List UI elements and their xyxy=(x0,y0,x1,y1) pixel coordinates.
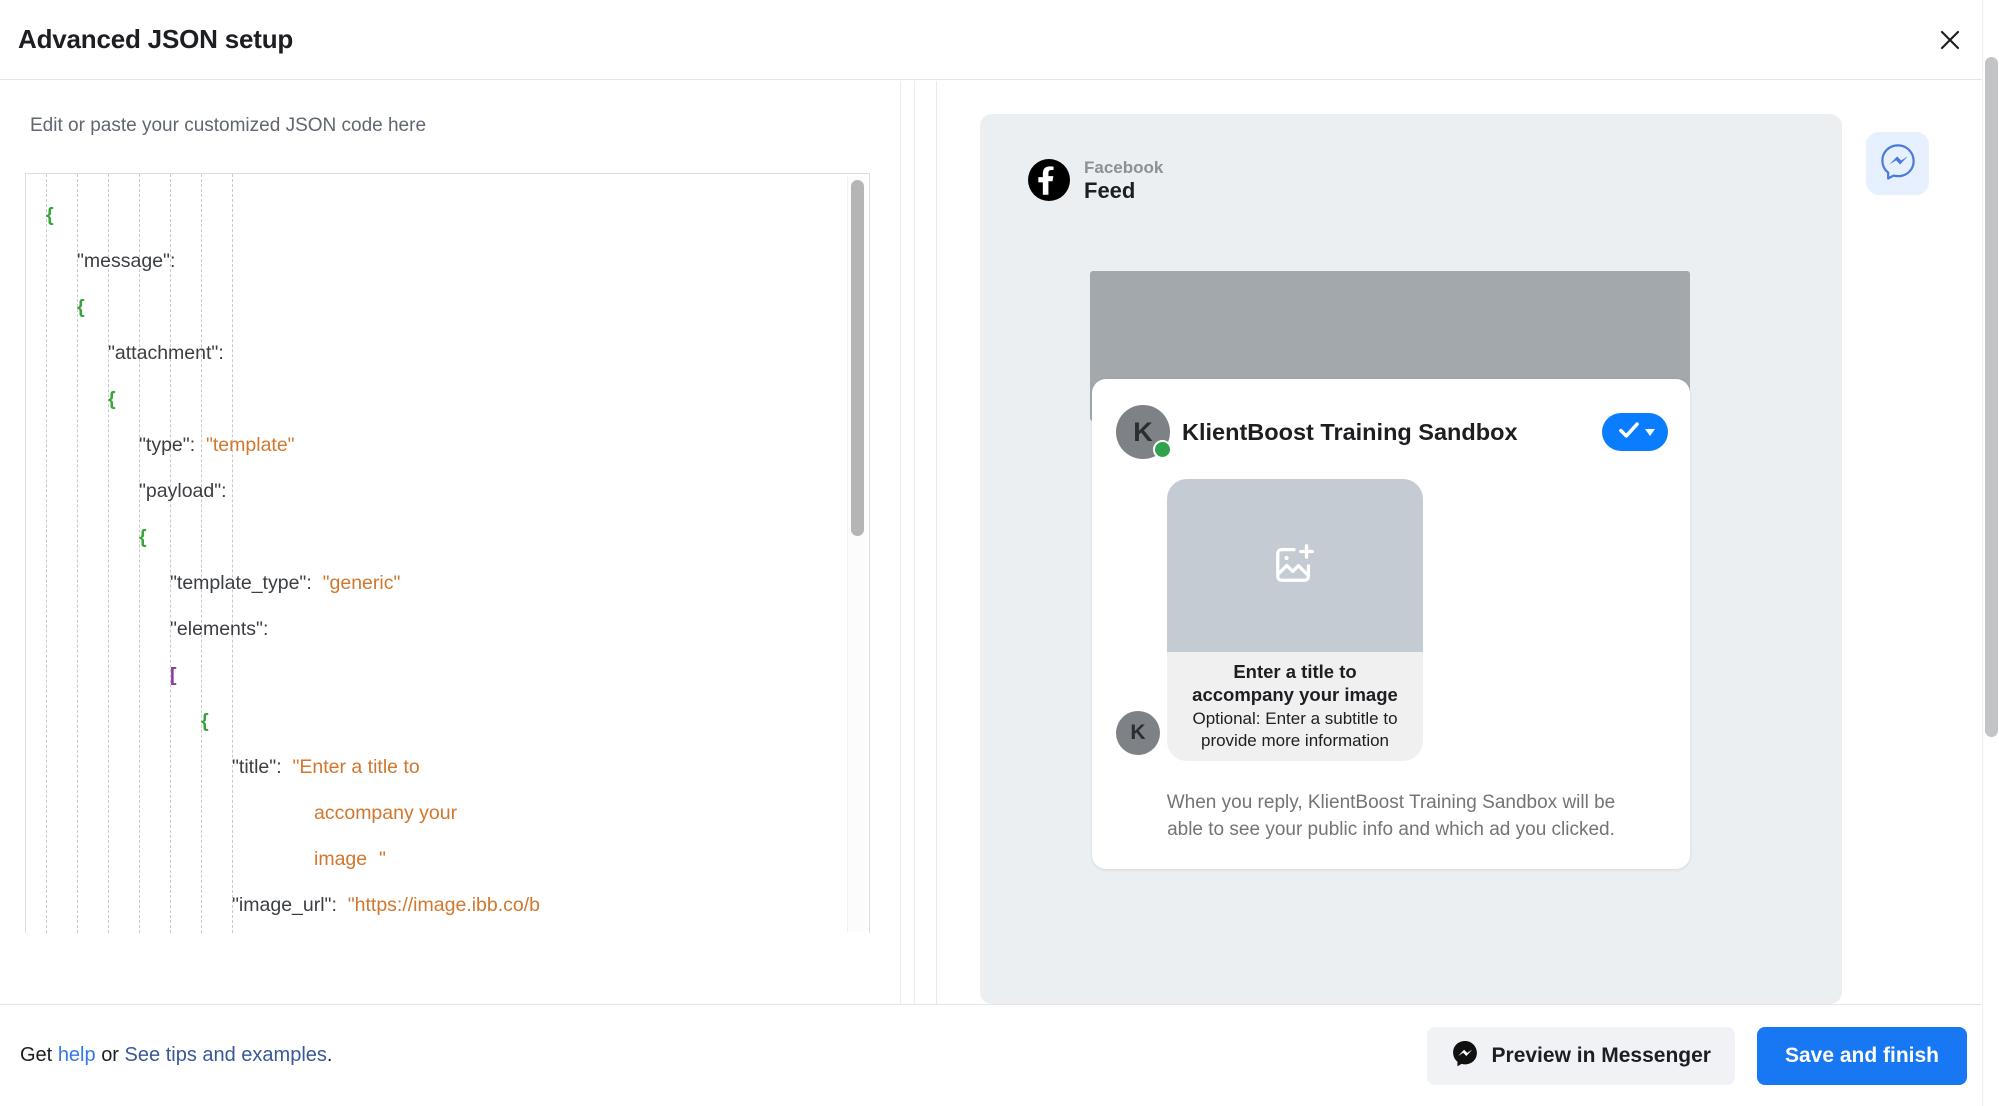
page-title: Advanced JSON setup xyxy=(18,24,294,54)
bubble-title: Enter a title to accompany your image xyxy=(1192,661,1398,706)
bubble-subtitle: Optional: Enter a subtitle to provide mo… xyxy=(1192,709,1398,750)
pane-divider-strip-1 xyxy=(900,81,901,1004)
code-line[interactable]: z5t6Q/placeholder.pn xyxy=(26,928,846,933)
code-line[interactable]: "image_url": "https://image.ibb.co/b xyxy=(26,882,846,928)
code-line[interactable]: "template_type": "generic" xyxy=(26,560,846,606)
placement-brand: Facebook Feed xyxy=(1028,158,1163,203)
preview-button-label: Preview in Messenger xyxy=(1491,1043,1711,1067)
messenger-icon xyxy=(1451,1039,1479,1073)
bubble-image-area xyxy=(1167,479,1423,652)
advanced-json-setup-dialog: Advanced JSON setup Edit or paste your c… xyxy=(0,0,1999,1106)
code-token-key: "type": xyxy=(139,434,196,456)
code-token-brace: { xyxy=(77,296,85,318)
message-bubble-row: K Enter a title to accompany your image … xyxy=(1092,479,1690,761)
code-line[interactable]: { xyxy=(26,514,846,560)
generic-template-bubble[interactable]: Enter a title to accompany your image Op… xyxy=(1167,479,1423,761)
code-token-key: "elements": xyxy=(170,618,269,640)
dialog-footer: Get help or See tips and examples. Previ… xyxy=(0,1004,1999,1106)
verified-menu-button[interactable] xyxy=(1602,413,1668,451)
messenger-preview-pane: Facebook Feed K KlientBoost Training San… xyxy=(937,81,1999,1004)
conversation-card: K KlientBoost Training Sandbox K Enter a… xyxy=(1092,379,1690,870)
code-token-key: "template_type": xyxy=(170,572,312,594)
page-scrollbar[interactable] xyxy=(1982,0,1999,1106)
code-token-str: "Enter a title to xyxy=(281,756,420,778)
brand-platform-label: Facebook xyxy=(1084,158,1164,177)
code-token-str: "https://image.ibb.co/b xyxy=(336,894,541,916)
code-line[interactable]: { xyxy=(26,284,846,330)
editor-scrollbar[interactable] xyxy=(847,176,865,932)
page-name-label: KlientBoost Training Sandbox xyxy=(1182,418,1518,445)
save-button-label: Save and finish xyxy=(1784,1043,1939,1067)
online-status-dot xyxy=(1153,440,1172,459)
code-line[interactable]: "type": "template" xyxy=(26,422,846,468)
help-middle-label: or xyxy=(101,1044,119,1066)
code-token-brace: { xyxy=(201,710,209,732)
code-token-key: "message": xyxy=(77,250,176,272)
editor-scrollbar-thumb[interactable] xyxy=(851,180,864,536)
code-line[interactable]: "attachment": xyxy=(26,330,846,376)
page-scrollbar-thumb[interactable] xyxy=(1985,57,1998,737)
footer-help-text: Get help or See tips and examples. xyxy=(20,1044,332,1067)
close-icon xyxy=(1938,28,1962,52)
code-token-key: "attachment": xyxy=(108,342,224,364)
code-token-brace: { xyxy=(46,204,54,226)
check-icon xyxy=(1616,417,1642,448)
code-line[interactable]: "payload": xyxy=(26,468,846,514)
messenger-preview-fab[interactable] xyxy=(1866,132,1929,195)
brand-placement-label: Feed xyxy=(1084,177,1136,203)
code-line[interactable]: accompany your xyxy=(26,790,846,836)
help-suffix-label: . xyxy=(326,1044,333,1066)
code-token-closing-quote: " xyxy=(379,848,386,870)
messenger-icon xyxy=(1879,142,1917,185)
code-token-key: "title": xyxy=(232,756,282,778)
code-token-brack: [ xyxy=(170,664,177,686)
preview-canvas: Facebook Feed K KlientBoost Training San… xyxy=(980,114,1842,1004)
preview-in-messenger-button[interactable]: Preview in Messenger xyxy=(1426,1026,1735,1085)
code-token-str: image xyxy=(314,848,368,870)
json-editor-pane: Edit or paste your customized JSON code … xyxy=(0,81,937,1004)
code-token-key: "image_url": xyxy=(232,894,337,916)
code-token-str: "generic" xyxy=(311,572,401,594)
bubble-avatar: K xyxy=(1116,710,1160,755)
code-line[interactable]: { xyxy=(26,192,846,238)
code-line[interactable]: [ xyxy=(26,652,846,698)
facebook-logo-icon xyxy=(1028,159,1070,202)
code-token-str: "template" xyxy=(195,434,295,456)
get-help-link[interactable]: help xyxy=(58,1044,96,1066)
json-editor-frame[interactable]: { "message": { "attachment": { "type": "templ… xyxy=(25,173,870,933)
dialog-body: Edit or paste your customized JSON code … xyxy=(0,81,1999,1004)
dialog-header: Advanced JSON setup xyxy=(0,0,1999,80)
avatar-initial: K xyxy=(1133,416,1153,447)
code-token-brace: { xyxy=(108,388,116,410)
avatar: K xyxy=(1116,405,1172,459)
chevron-down-icon xyxy=(1644,428,1655,436)
code-line[interactable]: "elements": xyxy=(26,606,846,652)
close-button[interactable] xyxy=(1929,19,1971,61)
code-line[interactable]: "title": "Enter a title to xyxy=(26,744,846,790)
code-token-key: "payload": xyxy=(139,480,227,502)
footer-actions: Preview in Messenger Save and finish xyxy=(1426,1026,1967,1085)
code-token-brace: { xyxy=(139,526,147,548)
see-tips-link[interactable]: See tips and examples xyxy=(125,1044,327,1066)
privacy-disclaimer: When you reply, KlientBoost Training San… xyxy=(1166,791,1616,840)
code-line[interactable]: { xyxy=(26,698,846,744)
code-line[interactable]: "message": xyxy=(26,238,846,284)
image-placeholder-icon xyxy=(1272,540,1318,591)
code-line[interactable]: image " xyxy=(26,836,846,882)
bubble-avatar-initial: K xyxy=(1130,720,1146,744)
editor-instruction-label: Edit or paste your customized JSON code … xyxy=(30,115,427,136)
save-and-finish-button[interactable]: Save and finish xyxy=(1756,1026,1967,1085)
code-token-str: accompany your xyxy=(314,802,458,824)
conversation-header: K KlientBoost Training Sandbox xyxy=(1092,401,1690,463)
code-line[interactable]: { xyxy=(26,376,846,422)
help-prefix-label: Get xyxy=(20,1044,53,1066)
pane-divider-strip-2 xyxy=(914,81,915,1004)
json-code-area[interactable]: { "message": { "attachment": { "type": "templ… xyxy=(26,174,846,933)
